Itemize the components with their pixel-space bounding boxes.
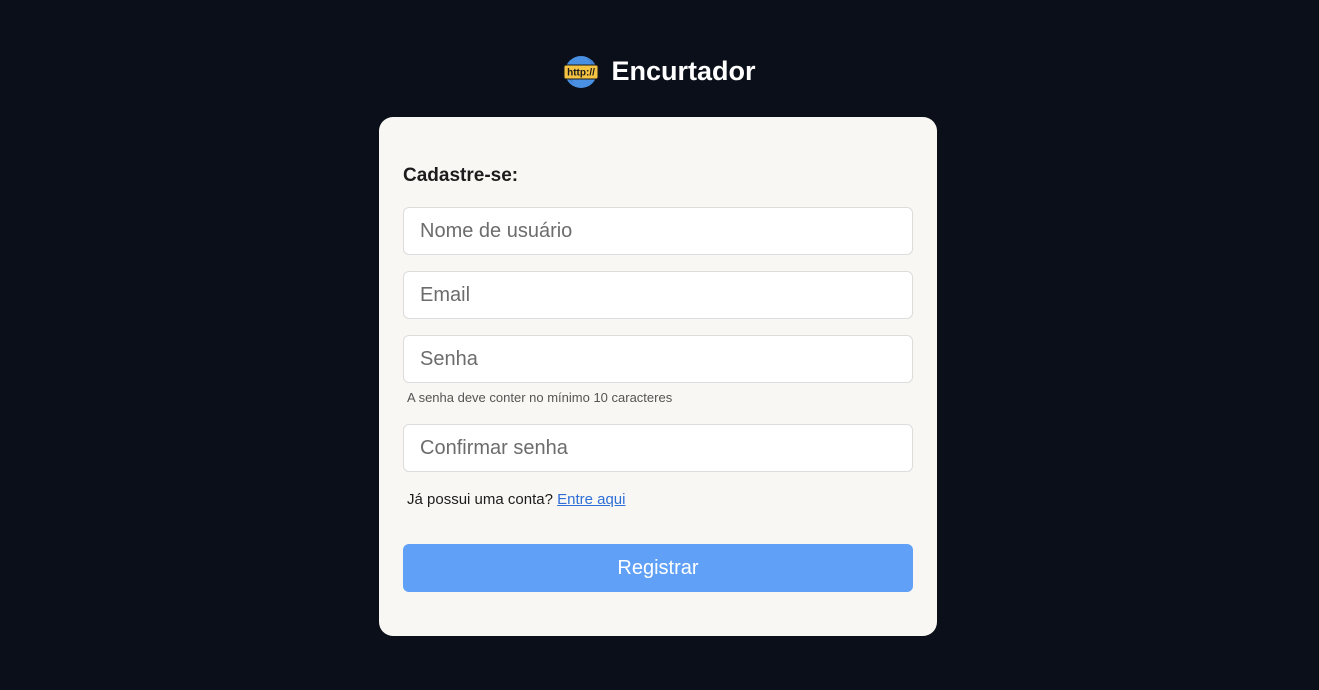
login-prompt-text: Já possui uma conta?: [407, 491, 553, 508]
confirm-password-input[interactable]: [403, 424, 913, 472]
username-input[interactable]: [403, 207, 913, 255]
password-hint: A senha deve conter no mínimo 10 caracte…: [407, 390, 673, 405]
password-input[interactable]: [403, 335, 913, 383]
globe-http-icon: http://: [563, 56, 599, 88]
register-button[interactable]: Registrar: [403, 544, 913, 592]
app-title: Encurtador: [611, 56, 756, 86]
login-link[interactable]: Entre aqui: [557, 491, 625, 508]
brand-header: http:// Encurtador: [0, 54, 1319, 90]
login-prompt-line: Já possui uma conta? Entre aqui: [407, 491, 625, 508]
email-input[interactable]: [403, 271, 913, 319]
register-card: Cadastre-se: A senha deve conter no míni…: [379, 117, 937, 636]
svg-text:http://: http://: [568, 68, 596, 79]
form-title: Cadastre-se:: [403, 165, 519, 186]
